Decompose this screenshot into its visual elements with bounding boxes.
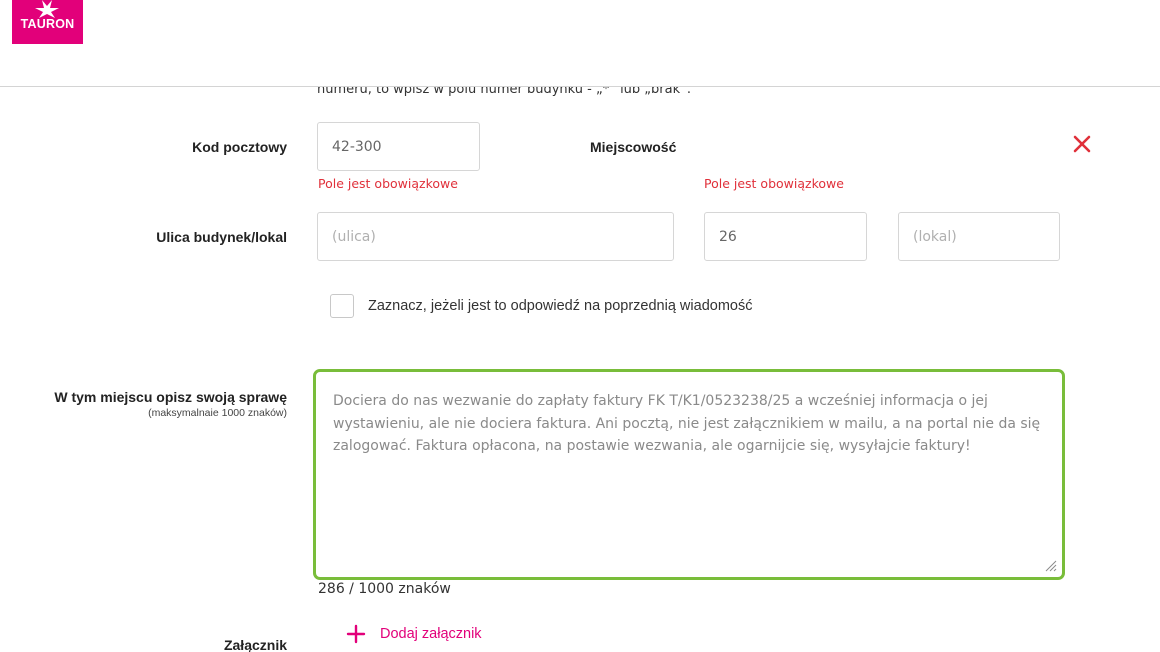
close-icon[interactable] — [1072, 134, 1092, 154]
add-attachment-label: Dodaj załącznik — [380, 626, 482, 642]
city-error: Pole jest obowiązkowe — [704, 176, 844, 191]
description-textarea[interactable]: Dociera do nas wezwanie do zapłaty faktu… — [313, 369, 1065, 580]
logo-text: TAURON — [20, 17, 75, 31]
unit-number-input[interactable] — [898, 212, 1060, 261]
attachment-label: Załącznik — [223, 637, 287, 652]
description-label: W tym miejscu opisz swoją sprawę (maksym… — [54, 389, 287, 419]
postal-code-label: Kod pocztowy — [192, 139, 287, 155]
contact-form-page: TAURON numeru, to wpisz w polu numer bud… — [0, 0, 1160, 652]
tauron-logo[interactable]: TAURON — [12, 0, 83, 44]
site-header: TAURON — [0, 0, 1160, 86]
tauron-star-icon — [35, 0, 59, 18]
postal-code-input[interactable] — [317, 122, 480, 171]
building-number-input[interactable] — [704, 212, 867, 261]
resize-grip-icon[interactable] — [1043, 558, 1057, 572]
city-label: Miejscowość — [590, 139, 677, 155]
header-divider — [0, 86, 1160, 87]
reply-checkbox-label: Zaznacz, jeżeli jest to odpowiedź na pop… — [368, 298, 753, 314]
reply-checkbox[interactable] — [330, 294, 354, 318]
street-input[interactable] — [317, 212, 674, 261]
add-attachment-button[interactable]: Dodaj załącznik — [346, 622, 482, 646]
description-label-main: W tym miejscu opisz swoją sprawę — [54, 389, 287, 405]
postal-code-error: Pole jest obowiązkowe — [318, 176, 458, 191]
character-counter: 286 / 1000 znaków — [318, 581, 451, 597]
street-label: Ulica budynek/lokal — [156, 229, 287, 245]
description-label-limit: (maksymalnaie 1000 znaków) — [148, 407, 287, 419]
plus-icon — [346, 624, 366, 644]
